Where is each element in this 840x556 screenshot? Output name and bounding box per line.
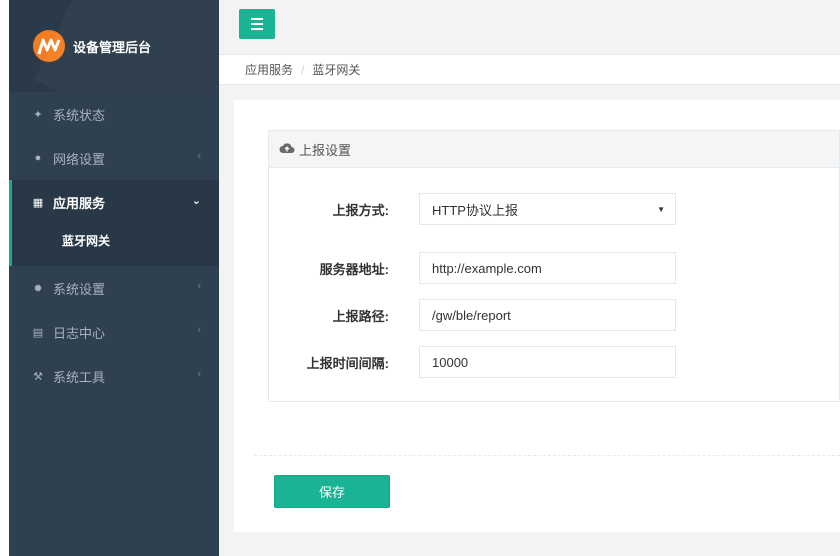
grid-icon: ▦: [32, 196, 44, 209]
sidebar-item-label: 系统状态: [53, 107, 106, 123]
sidebar-item-label: 网络设置: [53, 151, 106, 167]
report-interval-value: 10000: [432, 354, 469, 370]
sidebar-group-logs: ▤ 日志中心 ‹: [9, 310, 219, 354]
brand-logo-icon[interactable]: [33, 30, 65, 62]
breadcrumb-separator: /: [301, 62, 305, 77]
gear-icon: ✹: [33, 282, 43, 295]
sidebar-group-spacer: [12, 256, 219, 266]
sidebar-nav: ✦ 系统状态 ● 网络设置 ‹ ▦ 应用服务 ⌄ 蓝牙网关 ✹ 系统设置 ‹ ▤…: [9, 92, 219, 398]
home-icon: ✦: [33, 108, 43, 121]
chevron-down-icon: ⌄: [191, 195, 201, 207]
sidebar-group-network: ● 网络设置 ‹: [9, 136, 219, 180]
chevron-left-icon: ‹: [197, 368, 201, 380]
sidebar-item-network-settings[interactable]: ● 网络设置 ‹: [9, 136, 219, 180]
sidebar-group-status: ✦ 系统状态: [9, 92, 219, 136]
sidebar: 设备管理后台 ✦ 系统状态 ● 网络设置 ‹ ▦ 应用服务 ⌄ 蓝牙网关 ✹ 系…: [9, 0, 219, 556]
form-row-report-method: 上报方式: HTTP协议上报 ▼: [269, 193, 839, 225]
sidebar-item-label: 应用服务: [53, 195, 106, 211]
hamburger-icon-line: [251, 28, 263, 30]
breadcrumb: 应用服务 / 蓝牙网关: [219, 55, 840, 85]
form-row-path: 上报路径: /gw/ble/report: [269, 299, 839, 331]
server-address-value: http://example.com: [432, 260, 542, 276]
server-address-label: 服务器地址:: [319, 261, 389, 277]
report-path-value: /gw/ble/report: [432, 307, 511, 323]
brand-name: 设备管理后台: [73, 39, 152, 55]
chevron-left-icon: ‹: [197, 150, 201, 162]
sidebar-group-system-settings: ✹ 系统设置 ‹: [9, 266, 219, 310]
sidebar-item-app-services[interactable]: ▦ 应用服务 ⌄: [12, 180, 219, 224]
sidebar-item-label: 系统设置: [53, 281, 106, 297]
report-method-select[interactable]: HTTP协议上报 ▼: [419, 193, 676, 225]
form-row-interval: 上报时间间隔: 10000: [269, 346, 839, 378]
report-method-value: HTTP协议上报: [432, 202, 518, 218]
window-edge: [0, 0, 9, 556]
globe-icon: ●: [34, 152, 42, 164]
sidebar-item-system-tools[interactable]: ⚒ 系统工具 ‹: [9, 354, 219, 398]
form-row-server: 服务器地址: http://example.com: [269, 252, 839, 284]
panel-header: 上报设置: [269, 131, 839, 168]
hamburger-icon-line: [251, 18, 263, 20]
hamburger-icon-line: [251, 23, 263, 25]
report-method-label: 上报方式:: [332, 202, 389, 218]
sidebar-item-log-center[interactable]: ▤ 日志中心 ‹: [9, 310, 219, 354]
report-path-input[interactable]: /gw/ble/report: [419, 299, 676, 331]
report-interval-label: 上报时间间隔:: [306, 355, 389, 371]
sidebar-group-app-services: ▦ 应用服务 ⌄ 蓝牙网关: [9, 180, 219, 266]
save-button[interactable]: 保存: [274, 475, 390, 508]
panel-title: 上报设置: [299, 142, 352, 158]
sidebar-item-label: 系统工具: [53, 369, 106, 385]
cloud-upload-icon: [279, 142, 295, 157]
chevron-left-icon: ‹: [197, 324, 201, 336]
breadcrumb-current: 蓝牙网关: [312, 63, 361, 77]
wrench-icon: ⚒: [33, 370, 43, 383]
breadcrumb-parent[interactable]: 应用服务: [245, 61, 293, 78]
sidebar-item-label: 日志中心: [53, 325, 106, 341]
sidebar-group-tools: ⚒ 系统工具 ‹: [9, 354, 219, 398]
chevron-left-icon: ‹: [197, 280, 201, 292]
report-path-label: 上报路径:: [332, 308, 389, 324]
sidebar-subitem-bluetooth-gateway[interactable]: 蓝牙网关: [12, 224, 219, 256]
sidebar-item-system-status[interactable]: ✦ 系统状态: [9, 92, 219, 136]
hamburger-menu-button[interactable]: [239, 9, 275, 39]
sidebar-item-system-settings[interactable]: ✹ 系统设置 ‹: [9, 266, 219, 310]
report-settings-panel: 上报设置 上报方式: HTTP协议上报 ▼ 服务器地址: http://exam…: [268, 130, 840, 402]
server-address-input[interactable]: http://example.com: [419, 252, 676, 284]
form-divider: [254, 455, 840, 456]
content-card: 上报设置 上报方式: HTTP协议上报 ▼ 服务器地址: http://exam…: [234, 100, 840, 532]
file-icon: ▤: [32, 326, 44, 339]
sidebar-header: 设备管理后台: [9, 0, 219, 92]
caret-down-icon: ▼: [657, 205, 665, 214]
report-interval-input[interactable]: 10000: [419, 346, 676, 378]
top-bar: [219, 0, 840, 55]
